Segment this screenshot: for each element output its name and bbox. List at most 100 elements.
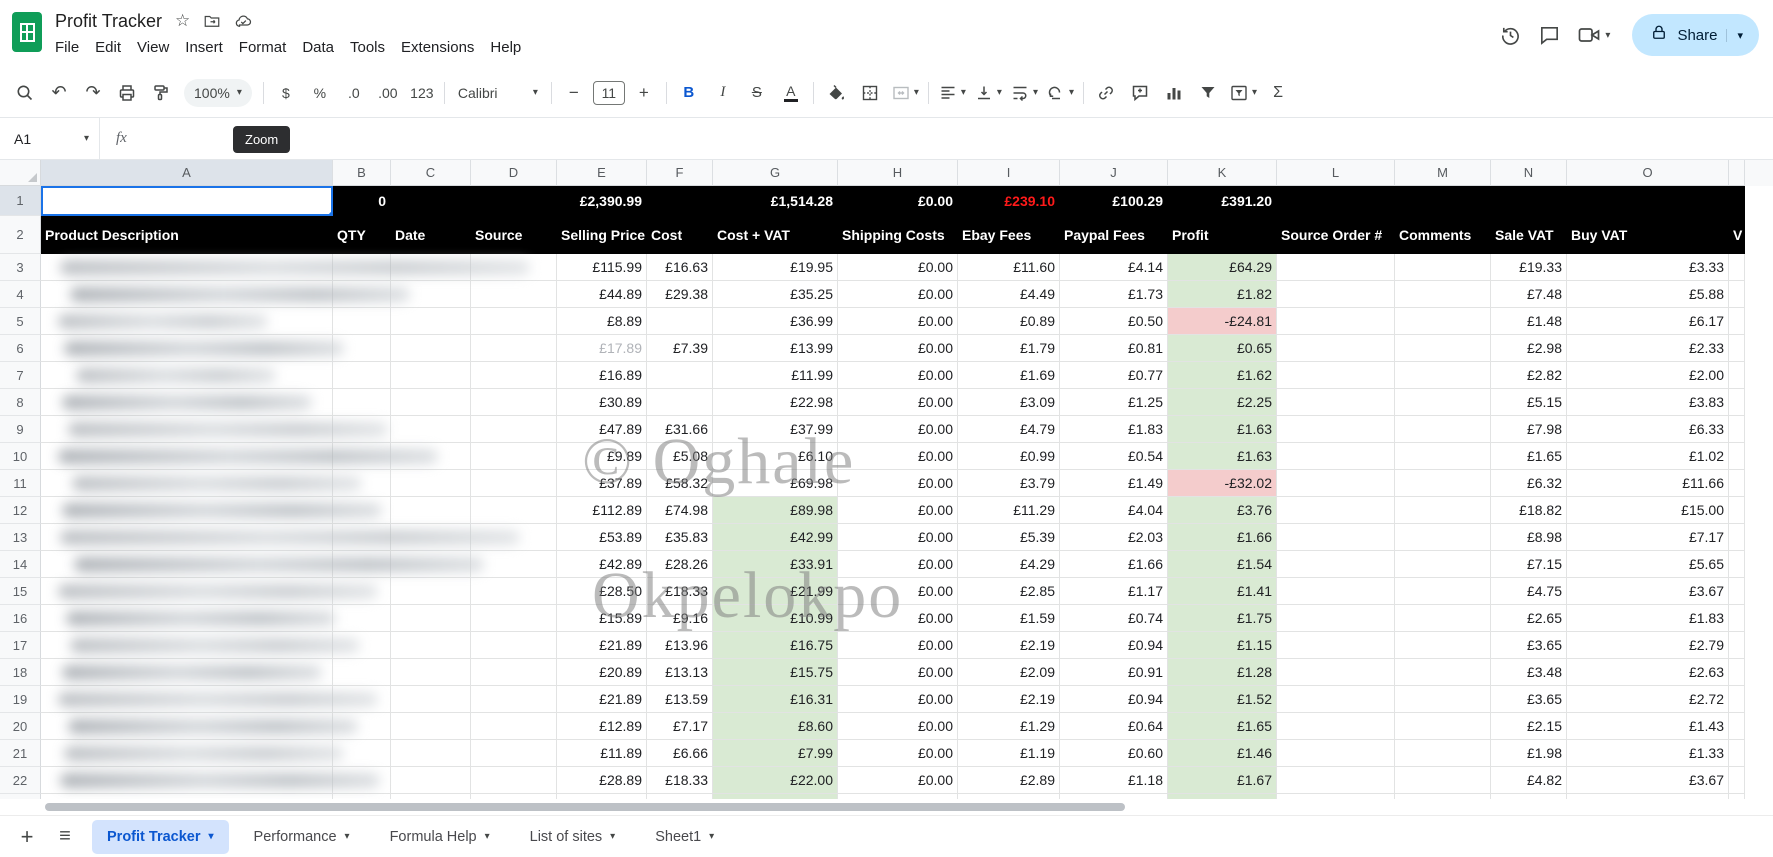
cell-O14[interactable]: £5.65: [1567, 551, 1729, 578]
video-camera-icon[interactable]: ▾: [1577, 23, 1610, 47]
cell-F17[interactable]: £13.96: [647, 632, 713, 659]
cell-C19[interactable]: [391, 686, 471, 713]
cell-O15[interactable]: £3.67: [1567, 578, 1729, 605]
menu-file[interactable]: File: [47, 36, 87, 59]
cell-B15[interactable]: [333, 578, 391, 605]
row-header-2[interactable]: 2: [0, 216, 41, 254]
cell-D15[interactable]: [471, 578, 557, 605]
paint-format-button[interactable]: [144, 78, 178, 108]
row-header-5[interactable]: 5: [0, 308, 41, 335]
text-wrap-button[interactable]: ▾: [1006, 78, 1042, 108]
cell-H9[interactable]: £0.00: [838, 416, 958, 443]
tab-performance[interactable]: Performance ▾: [239, 820, 365, 854]
cell-G7[interactable]: £11.99: [713, 362, 838, 389]
cell-L12[interactable]: [1277, 497, 1395, 524]
cell-A22[interactable]: [41, 767, 333, 794]
cell-E14[interactable]: £42.89: [557, 551, 647, 578]
cell-P21[interactable]: [1729, 740, 1745, 767]
cell-G17[interactable]: £16.75: [713, 632, 838, 659]
cell-P2[interactable]: V: [1729, 216, 1745, 254]
cell-C16[interactable]: [391, 605, 471, 632]
cell-H11[interactable]: £0.00: [838, 470, 958, 497]
cell-C6[interactable]: [391, 335, 471, 362]
cell-O4[interactable]: £5.88: [1567, 281, 1729, 308]
cell-O19[interactable]: £2.72: [1567, 686, 1729, 713]
share-dropdown[interactable]: ▾: [1726, 29, 1751, 42]
cell-H8[interactable]: £0.00: [838, 389, 958, 416]
cell-N20[interactable]: £2.15: [1491, 713, 1567, 740]
cell-D14[interactable]: [471, 551, 557, 578]
search-icon[interactable]: [8, 78, 42, 108]
cell-M2[interactable]: Comments: [1395, 216, 1491, 254]
font-size-input[interactable]: 11: [593, 81, 625, 105]
menu-tools[interactable]: Tools: [342, 36, 393, 59]
cell-A7[interactable]: [41, 362, 333, 389]
cell-H12[interactable]: £0.00: [838, 497, 958, 524]
column-header-P[interactable]: [1729, 160, 1745, 186]
cell-P9[interactable]: [1729, 416, 1745, 443]
cell-N21[interactable]: £1.98: [1491, 740, 1567, 767]
cell-I15[interactable]: £2.85: [958, 578, 1060, 605]
cell-C22[interactable]: [391, 767, 471, 794]
cell-J21[interactable]: £0.60: [1060, 740, 1168, 767]
cell-M4[interactable]: [1395, 281, 1491, 308]
font-select[interactable]: Calibri ▾: [450, 78, 546, 108]
cell-A19[interactable]: [41, 686, 333, 713]
cell-A11[interactable]: [41, 470, 333, 497]
cell-J8[interactable]: £1.25: [1060, 389, 1168, 416]
cell-J13[interactable]: £2.03: [1060, 524, 1168, 551]
cell-D6[interactable]: [471, 335, 557, 362]
cell-B4[interactable]: [333, 281, 391, 308]
cell-B9[interactable]: [333, 416, 391, 443]
sheets-logo[interactable]: [12, 12, 42, 52]
merge-cells-button[interactable]: ▾: [887, 78, 923, 108]
cell-G19[interactable]: £16.31: [713, 686, 838, 713]
create-filter-button[interactable]: [1191, 78, 1225, 108]
cell-F21[interactable]: £6.66: [647, 740, 713, 767]
star-icon[interactable]: ☆: [175, 11, 190, 31]
cell-I18[interactable]: £2.09: [958, 659, 1060, 686]
cell-E2[interactable]: Selling Price: [557, 216, 647, 254]
row-header-19[interactable]: 19: [0, 686, 41, 713]
insert-link-button[interactable]: [1089, 78, 1123, 108]
cell-J16[interactable]: £0.74: [1060, 605, 1168, 632]
cell-G6[interactable]: £13.99: [713, 335, 838, 362]
cell-G5[interactable]: £36.99: [713, 308, 838, 335]
cell-L4[interactable]: [1277, 281, 1395, 308]
cell-F20[interactable]: £7.17: [647, 713, 713, 740]
text-rotation-button[interactable]: ▾: [1042, 78, 1078, 108]
cell-P3[interactable]: [1729, 254, 1745, 281]
row-header-13[interactable]: 13: [0, 524, 41, 551]
cell-G18[interactable]: £15.75: [713, 659, 838, 686]
cell-O17[interactable]: £2.79: [1567, 632, 1729, 659]
cell-B10[interactable]: [333, 443, 391, 470]
cell-G14[interactable]: £33.91: [713, 551, 838, 578]
cell-F15[interactable]: £18.33: [647, 578, 713, 605]
cell-N4[interactable]: £7.48: [1491, 281, 1567, 308]
cell-M14[interactable]: [1395, 551, 1491, 578]
add-sheet-button[interactable]: +: [10, 820, 44, 854]
column-header-A[interactable]: A: [41, 160, 333, 186]
cell-E10[interactable]: £9.89: [557, 443, 647, 470]
cell-H21[interactable]: £0.00: [838, 740, 958, 767]
cell-A15[interactable]: [41, 578, 333, 605]
column-header-G[interactable]: G: [713, 160, 838, 186]
cell-A2[interactable]: Product Description: [41, 216, 333, 254]
cell-H22[interactable]: £0.00: [838, 767, 958, 794]
cell-I12[interactable]: £11.29: [958, 497, 1060, 524]
cell-B12[interactable]: [333, 497, 391, 524]
cell-K1[interactable]: £391.20: [1168, 186, 1277, 216]
cell-P16[interactable]: [1729, 605, 1745, 632]
decrease-decimal-button[interactable]: .0: [337, 78, 371, 108]
cell-E4[interactable]: £44.89: [557, 281, 647, 308]
row-header-1[interactable]: 1: [0, 186, 41, 216]
cell-A20[interactable]: [41, 713, 333, 740]
cell-E19[interactable]: £21.89: [557, 686, 647, 713]
tab-profit-tracker[interactable]: Profit Tracker ▾: [92, 820, 229, 854]
column-header-C[interactable]: C: [391, 160, 471, 186]
italic-button[interactable]: I: [706, 78, 740, 108]
cell-E6[interactable]: £17.89: [557, 335, 647, 362]
cell-N7[interactable]: £2.82: [1491, 362, 1567, 389]
format-percent-button[interactable]: %: [303, 78, 337, 108]
cell-L18[interactable]: [1277, 659, 1395, 686]
